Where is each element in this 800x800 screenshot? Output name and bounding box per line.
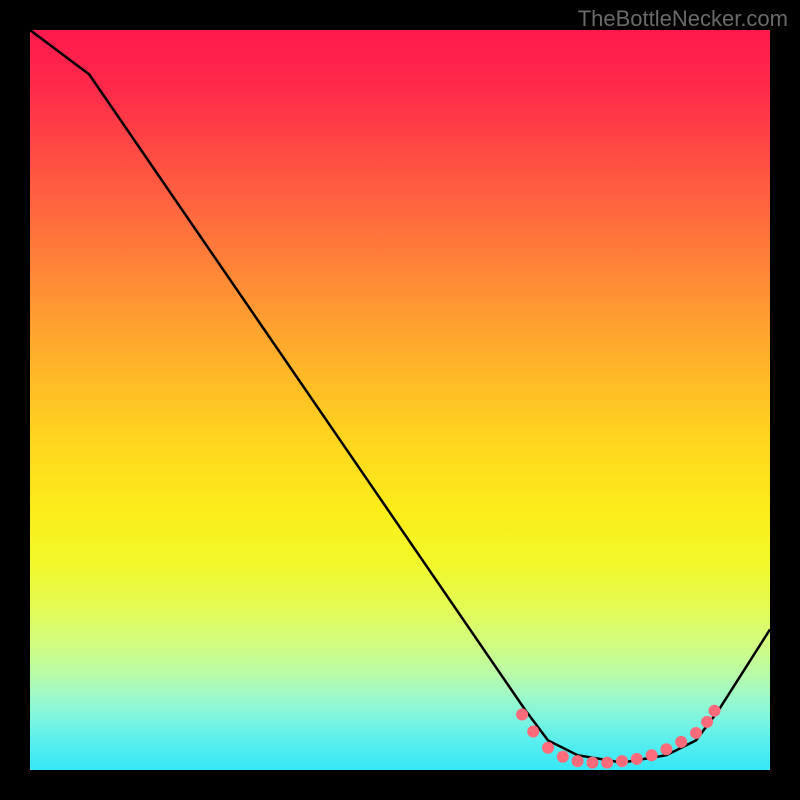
data-marker <box>709 705 721 717</box>
data-marker <box>586 757 598 769</box>
watermark-text: TheBottleNecker.com <box>578 6 788 32</box>
data-marker <box>572 755 584 767</box>
data-marker <box>601 757 613 769</box>
curve-path <box>30 30 770 763</box>
data-marker <box>646 749 658 761</box>
data-marker <box>675 736 687 748</box>
data-marker <box>660 743 672 755</box>
data-marker <box>516 709 528 721</box>
data-marker <box>557 751 569 763</box>
data-marker <box>542 742 554 754</box>
data-marker <box>701 716 713 728</box>
data-marker <box>631 753 643 765</box>
data-marker <box>616 755 628 767</box>
chart-svg <box>30 30 770 770</box>
plot-area <box>30 30 770 770</box>
data-marker <box>527 726 539 738</box>
data-marker <box>690 727 702 739</box>
